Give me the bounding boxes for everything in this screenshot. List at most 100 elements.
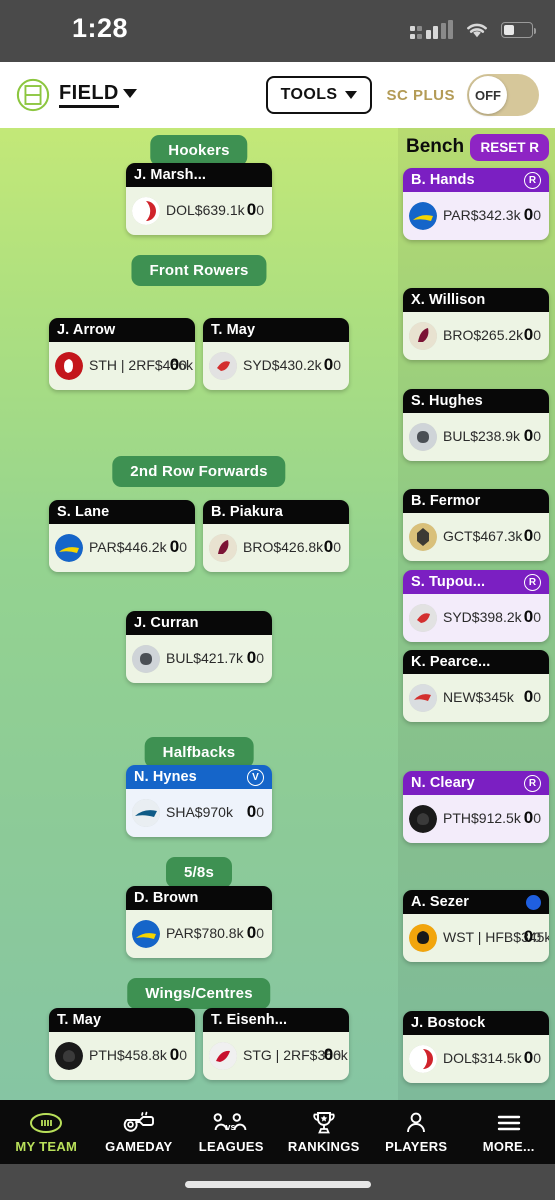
player-stats: 00: [524, 927, 541, 947]
player-card[interactable]: D. Brown PAR$780.8k 00: [126, 886, 272, 958]
club-logo: [409, 522, 437, 551]
player-card[interactable]: N. Hynes V SHA$970k 00: [126, 765, 272, 837]
player-card[interactable]: T. Eisenh... STG | 2RF$356k 00: [203, 1008, 349, 1080]
player-score: 0: [169, 355, 180, 374]
player-name: N. Cleary: [411, 775, 475, 791]
player-card[interactable]: J. Arrow STH | 2RF$466k 00: [49, 318, 195, 390]
tab-label: RANKINGS: [287, 1138, 360, 1154]
dolphins-logo-icon: [409, 1044, 437, 1073]
bench-column: Bench RESET R B. Hands R PAR$342.3k 00 X. Wi…: [398, 128, 555, 1100]
player-price: $421.7k: [193, 649, 244, 666]
player-stats: 00: [247, 923, 264, 943]
player-score: 0: [169, 537, 180, 556]
tools-button[interactable]: TOOLS: [265, 76, 373, 114]
player-card-body: BUL$238.9k 00: [403, 413, 549, 461]
player-sub-score: 0: [533, 1050, 541, 1066]
player-team: PAR: [89, 538, 117, 555]
club-logo: [55, 351, 83, 380]
player-team: BUL: [443, 427, 471, 444]
player-details: GCT$467.3k: [443, 528, 522, 546]
player-card[interactable]: J. Bostock DOL$314.5k 00: [403, 1011, 549, 1083]
tab-leagues[interactable]: vs LEAGUES: [185, 1111, 278, 1154]
tab-rankings[interactable]: RANKINGS: [278, 1111, 371, 1154]
player-card[interactable]: S. Hughes BUL$238.9k 00: [403, 389, 549, 461]
versus-people-icon: vs: [213, 1112, 247, 1132]
club-logo: [409, 603, 437, 632]
club-logo: [209, 533, 237, 562]
player-card[interactable]: K. Pearce... NEW$345k 00: [403, 650, 549, 722]
player-card[interactable]: T. May PTH$458.8k 00: [49, 1008, 195, 1080]
player-card[interactable]: S. Tupou... R SYD$398.2k 00: [403, 570, 549, 642]
tab-gameday[interactable]: GAMEDAY: [93, 1111, 186, 1154]
player-team: STH | 2RF: [89, 356, 155, 373]
sc-plus-toggle[interactable]: OFF: [467, 74, 539, 116]
field-view-selector[interactable]: FIELD: [16, 78, 137, 112]
player-details: BUL$421.7k: [166, 649, 244, 668]
player-name: N. Hynes: [134, 769, 197, 785]
position-label-hookers: Hookers: [150, 135, 248, 166]
player-card-body: PTH$458.8k 00: [49, 1032, 195, 1080]
player-card[interactable]: A. Sezer WST | HFB$345k 00: [403, 890, 549, 962]
player-card-header: J. Marsh...: [126, 163, 272, 187]
dolphins-logo-icon: [132, 196, 160, 225]
player-card-body: SYD$430.2k 00: [203, 342, 349, 390]
tab-more[interactable]: MORE...: [463, 1111, 555, 1154]
player-card[interactable]: X. Willison BRO$265.2k 00: [403, 288, 549, 360]
player-price: $446.2k: [116, 538, 167, 555]
home-indicator-zone: [0, 1164, 555, 1200]
player-name: D. Brown: [134, 890, 199, 906]
position-label-wings-centres: Wings/Centres: [127, 978, 271, 1009]
svg-text:vs: vs: [226, 1122, 236, 1132]
player-name: J. Marsh...: [134, 167, 207, 183]
player-card-header: T. Eisenh...: [203, 1008, 349, 1032]
reset-reserves-button[interactable]: RESET R: [470, 134, 549, 161]
player-price: $314.5k: [471, 1049, 522, 1066]
player-score: 0: [323, 1045, 334, 1064]
player-score: 0: [246, 648, 257, 667]
player-score: 0: [246, 200, 257, 219]
player-details: NEW$345k: [443, 689, 518, 707]
player-card[interactable]: B. Fermor GCT$467.3k 00: [403, 489, 549, 561]
player-price: $426.8k: [273, 538, 324, 555]
player-card[interactable]: S. Lane PAR$446.2k 00: [49, 500, 195, 572]
player-stats: 00: [324, 355, 341, 375]
player-card-body: BRO$426.8k 00: [203, 524, 349, 572]
player-details: SYD$398.2k: [443, 609, 522, 627]
player-card[interactable]: N. Cleary R PTH$912.5k 00: [403, 771, 549, 843]
club-logo: [55, 1041, 83, 1070]
player-sub-score: 0: [179, 539, 187, 555]
football-icon: [30, 1112, 63, 1133]
player-details: DOL$314.5k: [443, 1049, 522, 1068]
player-card[interactable]: J. Curran BUL$421.7k 00: [126, 611, 272, 683]
player-card[interactable]: T. May SYD$430.2k 00: [203, 318, 349, 390]
player-name: S. Tupou...: [411, 574, 486, 590]
status-bar: 1:28: [0, 0, 555, 62]
player-stats: 00: [524, 205, 541, 225]
tab-my-team[interactable]: MY TEAM: [0, 1111, 93, 1154]
eels-logo-icon: [409, 201, 437, 230]
club-logo: [132, 919, 160, 948]
tab-players[interactable]: PLAYERS: [370, 1111, 463, 1154]
player-score: 0: [523, 1048, 534, 1067]
player-card-body: SHA$970k 00: [126, 789, 272, 837]
club-logo: [409, 422, 437, 451]
tab-label: GAMEDAY: [105, 1138, 173, 1154]
player-stats: 00: [524, 526, 541, 546]
player-card-header: B. Fermor: [403, 489, 549, 513]
wifi-icon: [467, 23, 487, 38]
player-name: J. Curran: [134, 615, 199, 631]
roosters-logo-icon: [209, 351, 237, 380]
player-card-body: STH | 2RF$466k 00: [49, 342, 195, 390]
player-team: DOL: [443, 1049, 472, 1066]
player-card[interactable]: B. Hands R PAR$342.3k 00: [403, 168, 549, 240]
player-stats: 00: [324, 537, 341, 557]
player-card-header: X. Willison: [403, 288, 549, 312]
player-card[interactable]: B. Piakura BRO$426.8k 00: [203, 500, 349, 572]
player-card-body: BUL$421.7k 00: [126, 635, 272, 683]
home-indicator[interactable]: [184, 1181, 371, 1188]
player-details: PTH$458.8k: [89, 1047, 167, 1065]
player-price: $342.3k: [470, 206, 521, 223]
player-details: PAR$446.2k: [89, 538, 167, 557]
bench-title: Bench: [406, 136, 465, 157]
player-card[interactable]: J. Marsh... DOL$639.1k 00: [126, 163, 272, 235]
